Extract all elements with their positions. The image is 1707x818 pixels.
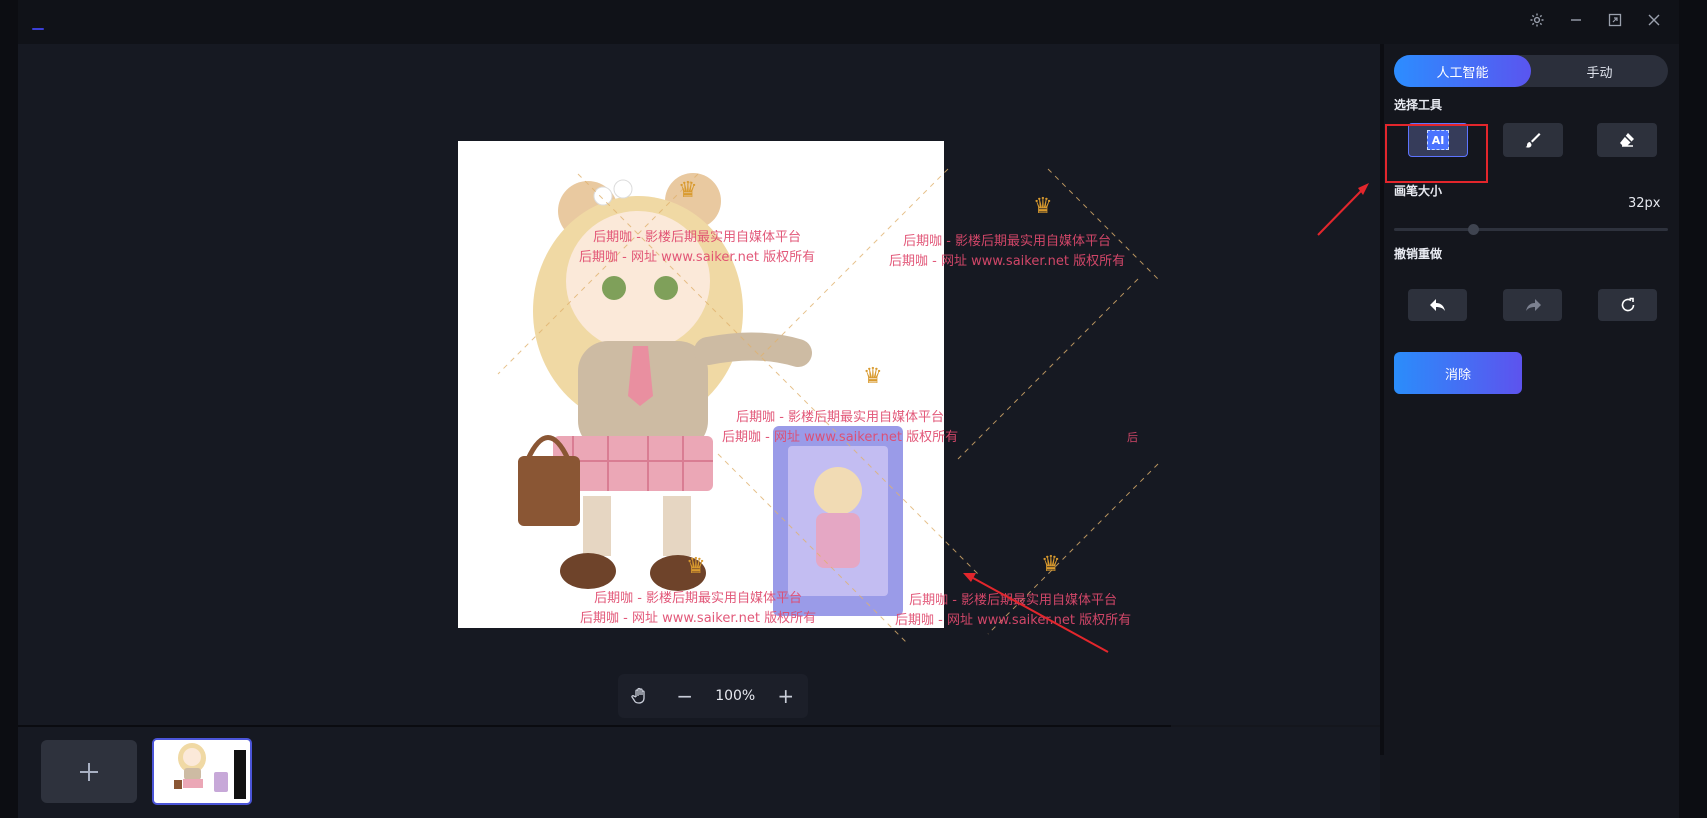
slider-handle[interactable] [1468,224,1480,235]
hand-pan-icon[interactable] [626,686,654,706]
watermark-line: 后期咖 - 网址 www.saiker.net 版权所有 [889,254,1126,269]
maximize-icon[interactable] [1602,8,1628,32]
eraser-tool-button[interactable] [1597,123,1657,157]
ai-icon: AI [1427,130,1449,150]
eraser-icon [1620,133,1634,147]
mode-ai-tab[interactable]: 人工智能 [1394,55,1531,87]
ai-select-tool-button[interactable]: AI [1408,123,1468,157]
watermark-line: 后期咖 - 影楼后期最实用自媒体平台 [903,234,1112,249]
watermark-crown-icon: ♛ [1041,552,1061,577]
watermark-line: 后期咖 - 网址 www.saiker.net 版权所有 [579,250,816,265]
mode-manual-tab[interactable]: 手动 [1531,55,1668,87]
brush-size-label: 画笔大小 [1394,184,1443,198]
zoom-level: 100% [715,688,756,704]
erase-button[interactable]: 消除 [1394,352,1522,394]
undo-redo-label: 撤销重做 [1394,247,1443,261]
brush-tool-button[interactable] [1503,123,1563,157]
watermark-text: 后期咖 - 影楼后期最实用自媒体平台 后期咖 - 网址 www.saiker.n… [579,228,815,268]
app-logo [32,28,44,30]
watermark-fragment: 后 [1127,431,1138,444]
image-thumbnail[interactable] [152,738,252,805]
minimize-icon[interactable] [1563,8,1589,32]
zoom-toolbar: − 100% + [618,674,808,718]
watermark-text: 后期咖 - 影楼后期最实用自媒体平台 后期咖 - 网址 www.saiker.n… [889,232,1125,272]
close-icon[interactable] [1641,8,1667,32]
editor-canvas[interactable]: ♛ ♛ ♛ ♛ ♛ 后期咖 - 影楼后期最实用自媒体平台 后期咖 - 网址 ww… [18,44,1380,725]
add-image-button[interactable] [41,740,137,803]
tool-panel: 人工智能 手动 选择工具 AI 画笔大小 32px 撤销重做 消除 [1384,44,1679,755]
redo-icon [1525,299,1541,311]
watermark-crown-icon: ♛ [678,178,698,203]
watermark-line: 后期咖 - 影楼后期最实用自媒体平台 [736,410,945,425]
watermark-line: 后期咖 - 网址 www.saiker.net 版权所有 [895,613,1132,628]
select-tool-label: 选择工具 [1394,98,1443,112]
watermark-line: 后期咖 - 影楼后期最实用自媒体平台 [593,230,802,245]
brush-size-slider[interactable] [1394,224,1668,235]
watermark-crown-icon: ♛ [1033,194,1053,219]
undo-icon [1429,299,1445,311]
brush-icon [1525,133,1541,148]
plus-icon [80,762,98,781]
title-bar [18,0,1679,44]
zoom-out-button[interactable]: − [671,684,699,708]
thumbnail-preview [154,740,246,799]
refresh-icon [1621,297,1634,312]
redo-button[interactable] [1503,289,1562,321]
undo-button[interactable] [1408,289,1467,321]
brush-size-value: 32px [1628,196,1661,211]
watermark-line: 后期咖 - 影楼后期最实用自媒体平台 [909,593,1118,608]
watermark-crown-icon: ♛ [686,554,706,579]
watermark-line: 后期咖 - 网址 www.saiker.net 版权所有 [722,430,959,445]
mode-toggle: 人工智能 手动 [1394,55,1668,87]
watermark-text: 后期咖 - 影楼后期最实用自媒体平台 后期咖 - 网址 www.saiker.n… [722,408,958,448]
zoom-in-button[interactable]: + [772,684,800,708]
watermark-line: 后期咖 - 网址 www.saiker.net 版权所有 [580,611,817,626]
app-window: ♛ ♛ ♛ ♛ ♛ 后期咖 - 影楼后期最实用自媒体平台 后期咖 - 网址 ww… [18,0,1679,818]
watermark-text: 后期咖 - 影楼后期最实用自媒体平台 后期咖 - 网址 www.saiker.n… [895,591,1131,631]
settings-icon[interactable] [1524,8,1550,32]
image-tray [18,727,1380,818]
reset-button[interactable] [1598,289,1657,321]
watermark-line: 后期咖 - 影楼后期最实用自媒体平台 [594,591,803,606]
watermark-text: 后期咖 - 影楼后期最实用自媒体平台 后期咖 - 网址 www.saiker.n… [580,589,816,629]
watermark-crown-icon: ♛ [863,364,883,389]
